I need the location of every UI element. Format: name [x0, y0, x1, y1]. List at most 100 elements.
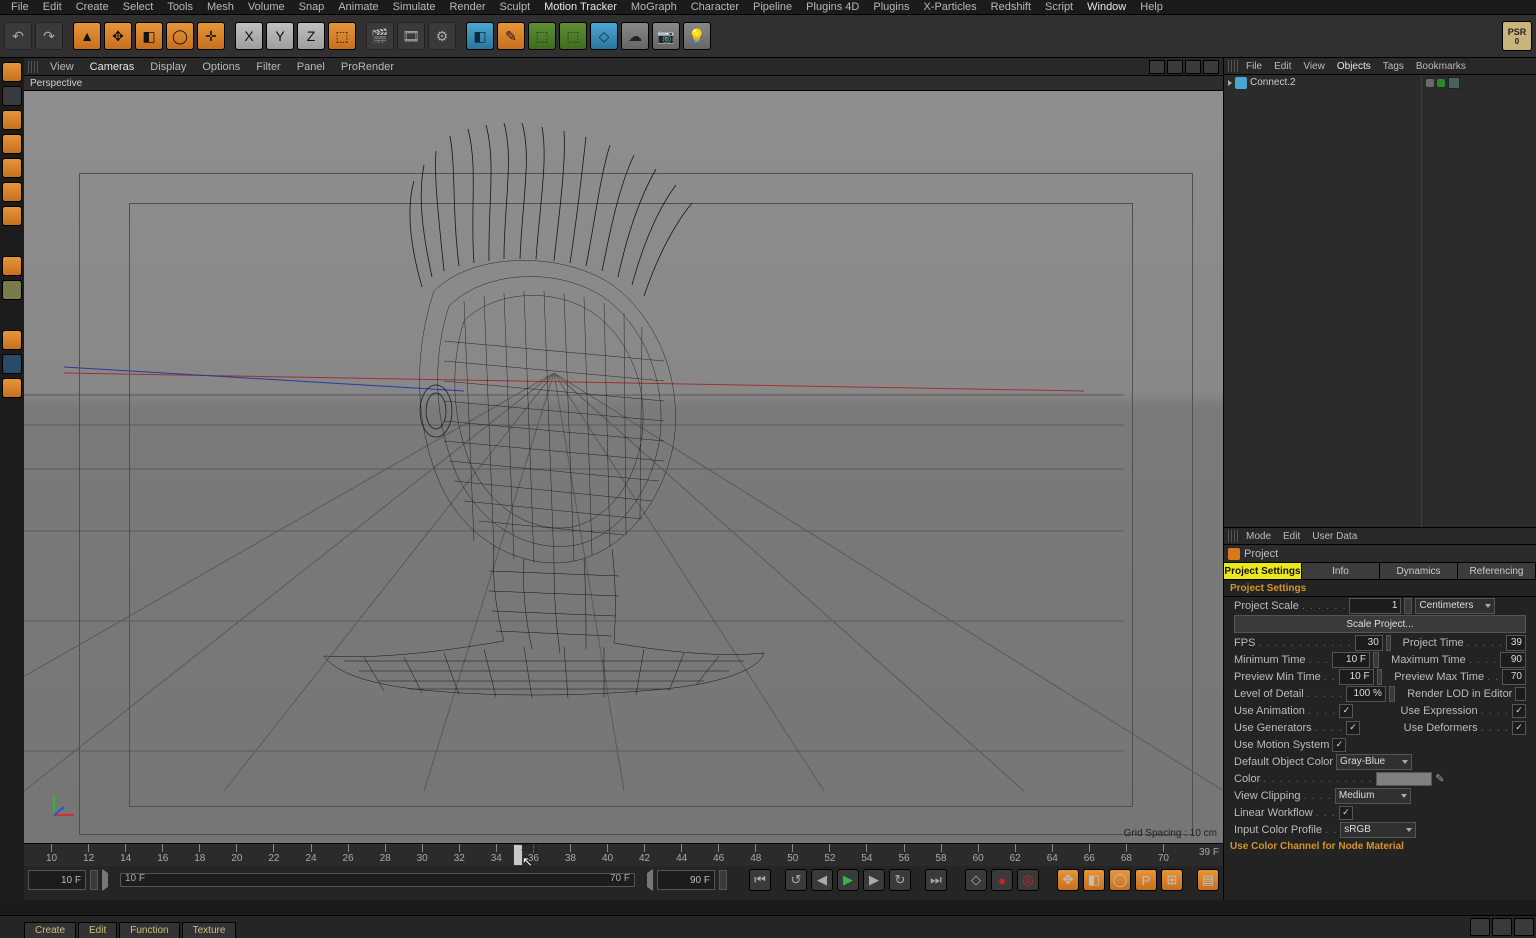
linear-workflow-checkbox[interactable]: ✓ [1339, 806, 1353, 820]
point-mode-button[interactable] [2, 158, 22, 178]
object-manager-menu[interactable]: FileEditViewObjectsTagsBookmarks [1224, 58, 1536, 75]
project-scale-unit-combo[interactable]: Centimeters [1415, 598, 1495, 614]
vp-menu-options[interactable]: Options [194, 61, 248, 73]
vp-menu-panel[interactable]: Panel [289, 61, 333, 73]
obj-menu-view[interactable]: View [1297, 61, 1331, 72]
edge-mode-button[interactable] [2, 182, 22, 202]
attr-menu-edit[interactable]: Edit [1277, 531, 1306, 542]
use-animation-checkbox[interactable]: ✓ [1339, 704, 1353, 718]
move-tool[interactable]: ✥ [104, 22, 132, 50]
y-axis-lock[interactable]: Y [266, 22, 294, 50]
color-swatch[interactable] [1376, 772, 1432, 786]
pos-key-button[interactable]: ✥ [1057, 869, 1079, 891]
vp-menu-filter[interactable]: Filter [248, 61, 288, 73]
viewport-menu[interactable]: ViewCamerasDisplayOptionsFilterPanelProR… [24, 58, 1223, 76]
z-axis-lock[interactable]: Z [297, 22, 325, 50]
menu-motion-tracker[interactable]: Motion Tracker [537, 1, 624, 13]
model-mode-button[interactable] [2, 86, 22, 106]
deformer-menu[interactable]: ◇ [590, 22, 618, 50]
snap-enable-button[interactable] [2, 330, 22, 350]
environment-menu[interactable]: ☁ [621, 22, 649, 50]
tab-info[interactable]: Info [1302, 563, 1380, 579]
menu-character[interactable]: Character [684, 1, 746, 13]
keyframe-sel-button[interactable]: ◎ [1017, 869, 1039, 891]
use-deformers-checkbox[interactable]: ✓ [1512, 721, 1526, 735]
recent-tool[interactable]: ✛ [197, 22, 225, 50]
attribute-tabs[interactable]: Project SettingsInfoDynamicsReferencing [1224, 562, 1536, 580]
range-right-handle[interactable] [639, 869, 653, 891]
attribute-manager-menu[interactable]: ModeEditUser Data [1224, 528, 1536, 545]
timeline[interactable]: 1012141618202224262830323436384042444648… [24, 843, 1223, 900]
fps-input[interactable]: 30 [1355, 635, 1383, 651]
vp-menu-display[interactable]: Display [142, 61, 194, 73]
menu-create[interactable]: Create [69, 1, 116, 13]
autokey-button[interactable]: ● [991, 869, 1013, 891]
spinner[interactable] [1389, 686, 1395, 702]
menu-animate[interactable]: Animate [331, 1, 385, 13]
attr-menu-user-data[interactable]: User Data [1306, 531, 1363, 542]
timeline-window-button[interactable]: ▤ [1197, 869, 1219, 891]
view-clipping-combo[interactable]: Medium [1335, 788, 1411, 804]
goto-end-button[interactable]: ⏭ [925, 869, 947, 891]
prev-max-input[interactable]: 70 [1502, 669, 1526, 685]
time-ruler[interactable]: 1012141618202224262830323436384042444648… [24, 844, 1223, 866]
menu-select[interactable]: Select [116, 1, 161, 13]
menu-plugins[interactable]: Plugins [866, 1, 916, 13]
object-name[interactable]: Connect.2 [1250, 77, 1296, 88]
range-slider[interactable]: 10 F 70 F [120, 873, 635, 887]
rot-key-button[interactable]: ◯ [1109, 869, 1131, 891]
menu-snap[interactable]: Snap [292, 1, 332, 13]
generator-menu[interactable]: ⬚ [528, 22, 556, 50]
current-frame-right[interactable]: 90 F [657, 870, 715, 890]
spinner[interactable] [90, 870, 98, 890]
lod-input[interactable]: 100 % [1346, 686, 1386, 702]
vp-menu-view[interactable]: View [42, 61, 82, 73]
use-expression-checkbox[interactable]: ✓ [1512, 704, 1526, 718]
menu-file[interactable]: File [4, 1, 36, 13]
scale-project-button[interactable]: Scale Project... [1234, 615, 1526, 633]
snap-settings-button[interactable] [2, 354, 22, 374]
primitive-menu[interactable]: ◧ [466, 22, 494, 50]
viewport-tab[interactable]: Perspective [24, 76, 1223, 91]
obj-menu-bookmarks[interactable]: Bookmarks [1410, 61, 1472, 72]
goto-next-key-button[interactable]: ↻ [889, 869, 911, 891]
texture-mode-button[interactable] [2, 110, 22, 130]
scale-key-button[interactable]: ◧ [1083, 869, 1105, 891]
menu-edit[interactable]: Edit [36, 1, 69, 13]
main-menu[interactable]: FileEditCreateSelectToolsMeshVolumeSnapA… [0, 0, 1536, 14]
menu-script[interactable]: Script [1038, 1, 1080, 13]
menu-mograph[interactable]: MoGraph [624, 1, 684, 13]
menu-redshift[interactable]: Redshift [984, 1, 1038, 13]
spinner[interactable] [1386, 635, 1391, 651]
layer-dot[interactable] [1426, 79, 1434, 87]
expand-icon[interactable] [1228, 80, 1232, 86]
render-pv-button[interactable]: 🎞 [397, 22, 425, 50]
make-editable-button[interactable] [2, 62, 22, 82]
scale-tool[interactable]: ◧ [135, 22, 163, 50]
menu-window[interactable]: Window [1080, 1, 1133, 13]
input-color-profile-combo[interactable]: sRGB [1340, 822, 1416, 838]
obj-menu-tags[interactable]: Tags [1377, 61, 1410, 72]
menu-volume[interactable]: Volume [241, 1, 292, 13]
object-row[interactable]: Connect.2 [1224, 75, 1421, 90]
polygon-mode-button[interactable] [2, 206, 22, 226]
default-object-color-combo[interactable]: Gray-Blue [1336, 754, 1412, 770]
light-menu[interactable]: 💡 [683, 22, 711, 50]
mesh-object-head[interactable] [264, 101, 964, 721]
project-time-input[interactable]: 39 [1506, 635, 1526, 651]
param-key-button[interactable]: P [1135, 869, 1157, 891]
current-frame-left[interactable]: 10 F [28, 870, 86, 890]
axis-gizmo[interactable] [50, 791, 78, 819]
menu-sculpt[interactable]: Sculpt [493, 1, 538, 13]
pla-key-button[interactable]: ⊞ [1161, 869, 1183, 891]
material-manager-bar[interactable]: CreateEditFunctionTexture [0, 915, 1536, 938]
min-time-input[interactable]: 10 F [1332, 652, 1370, 668]
visibility-editor-dot[interactable] [1437, 79, 1445, 87]
color-picker-icon[interactable]: ✎ [1435, 772, 1445, 785]
play-button[interactable]: ▶ [837, 869, 859, 891]
prev-min-input[interactable]: 10 F [1339, 669, 1374, 685]
spinner[interactable] [719, 870, 727, 890]
project-scale-input[interactable]: 1 [1349, 598, 1401, 614]
bottom-right-buttons[interactable] [1468, 916, 1536, 938]
menu-plugins-4d[interactable]: Plugins 4D [799, 1, 866, 13]
